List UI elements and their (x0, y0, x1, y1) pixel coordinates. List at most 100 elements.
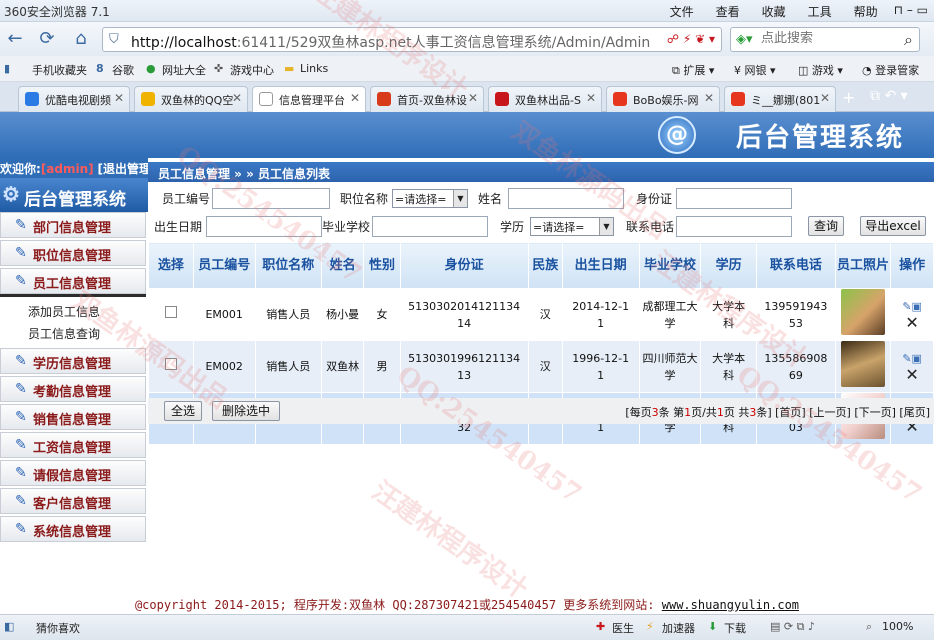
tab-youku[interactable]: 优酷电视剧频 ✕ (18, 86, 130, 112)
favorites-star-icon[interactable]: ▮ (4, 62, 10, 75)
position-select[interactable]: =请选择= ▼ (392, 189, 468, 208)
new-tab-icon[interactable]: + (842, 88, 855, 107)
first-page-link[interactable]: [首页] (775, 406, 806, 419)
pen-icon: ✎ (15, 493, 27, 509)
search-box[interactable]: ◈▾ ⌕ (730, 27, 920, 52)
website-link[interactable]: www.shuangyulin.com (662, 598, 799, 612)
phone-input[interactable] (676, 216, 792, 237)
fav-google[interactable]: 谷歌 (112, 62, 134, 78)
sidebar-item-leave[interactable]: ✎ 请假信息管理 (0, 460, 146, 486)
query-button[interactable]: 查询 (808, 216, 844, 236)
sidebar-item-position[interactable]: ✎ 职位信息管理 (0, 240, 146, 266)
close-icon[interactable]: ✕ (820, 91, 830, 105)
fav-mobile[interactable]: 手机收藏夹 (32, 62, 87, 78)
page-icon (259, 92, 273, 106)
submenu-query-employee[interactable]: 员工信息查询 (28, 325, 100, 342)
fav-links[interactable]: Links (300, 62, 328, 75)
close-icon[interactable]: ✕ (350, 91, 360, 105)
emp-no-input[interactable] (212, 188, 330, 209)
sidebar-item-system[interactable]: ✎ 系统信息管理 (0, 516, 146, 542)
tab-product[interactable]: 双鱼林出品-S ✕ (488, 86, 602, 112)
close-icon[interactable]: ✕ (232, 91, 242, 105)
status-tools-icon[interactable]: ▤ ⟳ ⧉ ♪ (770, 620, 815, 634)
fav-games[interactable]: 游戏中心 (230, 62, 274, 78)
fav-extensions[interactable]: ⧉ 扩展 ▾ (672, 62, 714, 78)
fav-game[interactable]: ◫ 游戏 ▾ (798, 62, 843, 78)
search-input[interactable] (761, 31, 891, 46)
close-icon[interactable]: ✕ (704, 91, 714, 105)
breadcrumb: 员工信息管理 » » 员工信息列表 (148, 162, 934, 182)
cell-gender: 男 (363, 340, 401, 393)
menu-view[interactable]: 查看 (716, 3, 740, 20)
tab-admin[interactable]: 信息管理平台 ✕ (252, 86, 366, 112)
sidebar-item-employee[interactable]: ✎ 员工信息管理 (0, 268, 146, 294)
tab-home[interactable]: 首页-双鱼林设 ✕ (370, 86, 484, 112)
cell-position: 销售人员 (254, 288, 322, 341)
sidebar-item-department[interactable]: ✎ 部门信息管理 (0, 212, 146, 238)
menu-tools[interactable]: 工具 (808, 3, 832, 20)
select-all-button[interactable]: 全选 (164, 401, 202, 421)
fav-sites[interactable]: 网址大全 (162, 62, 206, 78)
search-icon[interactable]: ⌕ (904, 30, 913, 50)
row-checkbox[interactable] (164, 358, 177, 370)
status-doctor[interactable]: 医生 (612, 620, 634, 636)
close-icon[interactable]: ✕ (586, 91, 596, 105)
close-icon[interactable]: ✕ (468, 91, 478, 105)
name-input[interactable] (508, 188, 624, 209)
delete-icon[interactable]: ✕ (905, 314, 918, 331)
fav-bank[interactable]: ¥ 网银 ▾ (734, 62, 776, 78)
refresh-icon[interactable]: ⟳ (34, 27, 60, 51)
system-banner: @ 后台管理系统 (0, 112, 934, 158)
submenu-add-employee[interactable]: 添加员工信息 (28, 303, 100, 320)
menu-file[interactable]: 文件 (670, 3, 694, 20)
address-bar[interactable]: ⛉ http://localhost:61411/529双鱼林asp.net人事… (102, 27, 722, 52)
menu-favorites[interactable]: 收藏 (762, 3, 786, 20)
row-checkbox[interactable] (164, 306, 177, 318)
id-input[interactable] (676, 188, 792, 209)
close-icon[interactable]: ✕ (114, 91, 124, 105)
edu-select[interactable]: =请选择= ▼ (530, 217, 614, 236)
cell-edu: 大学本科 (700, 340, 757, 393)
next-page-link[interactable]: [下一页] (854, 406, 896, 419)
school-input[interactable] (372, 216, 488, 237)
fav-login[interactable]: ◔ 登录管家 (862, 62, 919, 78)
sidebar-item-customer[interactable]: ✎ 客户信息管理 (0, 488, 146, 514)
cell-phone: 13959194353 (755, 288, 836, 341)
pen-icon: ✎ (15, 437, 27, 453)
site-icon (377, 92, 391, 106)
gear-icon: ⚙ (2, 182, 20, 206)
delete-icon[interactable]: ✕ (905, 366, 918, 383)
tab-bobo[interactable]: BoBo娱乐-网 ✕ (606, 86, 720, 112)
window-controls[interactable]: ⊓ – ▭ (894, 3, 928, 20)
sidebar-item-sales[interactable]: ✎ 销售信息管理 (0, 404, 146, 430)
cell-name: 杨小曼 (320, 288, 365, 341)
export-excel-button[interactable]: 导出excel (860, 216, 926, 236)
status-guess[interactable]: 猜你喜欢 (36, 620, 80, 636)
delete-selected-button[interactable]: 删除选中 (212, 401, 280, 421)
doctor-icon: ✚ (596, 620, 606, 633)
search-engine-icon[interactable]: ◈▾ (736, 32, 753, 47)
last-page-link[interactable]: [尾页] (899, 406, 930, 419)
sidebar-item-education[interactable]: ✎ 学历信息管理 (0, 348, 146, 374)
sidebar-item-attendance[interactable]: ✎ 考勤信息管理 (0, 376, 146, 402)
status-accelerator[interactable]: 加速器 (662, 620, 695, 636)
sidebar-item-salary[interactable]: ✎ 工资信息管理 (0, 432, 146, 458)
sites-icon: ● (146, 62, 156, 75)
col-id: 身份证 (399, 242, 529, 289)
zoom-level[interactable]: 100% (882, 620, 913, 633)
pager-bar: 全选 删除选中 [每页3条 第1页/共1页 共3条] [首页] [上一页] [下… (148, 398, 934, 424)
back-icon[interactable]: ← (2, 27, 28, 51)
url-text[interactable]: http://localhost:61411/529双鱼林asp.net人事工资… (131, 32, 651, 52)
prev-page-link[interactable]: [上一页] (809, 406, 851, 419)
tab-nana[interactable]: ミ__娜娜(801 ✕ (724, 86, 836, 112)
menu-help[interactable]: 帮助 (854, 3, 878, 20)
col-phone: 联系电话 (755, 242, 836, 289)
url-actions-icon[interactable]: ☍ ⚡ ❦ ▾ (667, 32, 715, 46)
birth-input[interactable] (206, 216, 322, 237)
birth-label: 出生日期 (154, 220, 203, 234)
position-label: 职位名称 (340, 192, 389, 206)
status-download[interactable]: 下载 (724, 620, 746, 636)
home-icon[interactable]: ⌂ (68, 27, 94, 51)
tab-qq[interactable]: 双鱼林的QQ空 ✕ (134, 86, 248, 112)
tab-menu-icon[interactable]: ⧉ ↶ ▾ (870, 88, 908, 104)
